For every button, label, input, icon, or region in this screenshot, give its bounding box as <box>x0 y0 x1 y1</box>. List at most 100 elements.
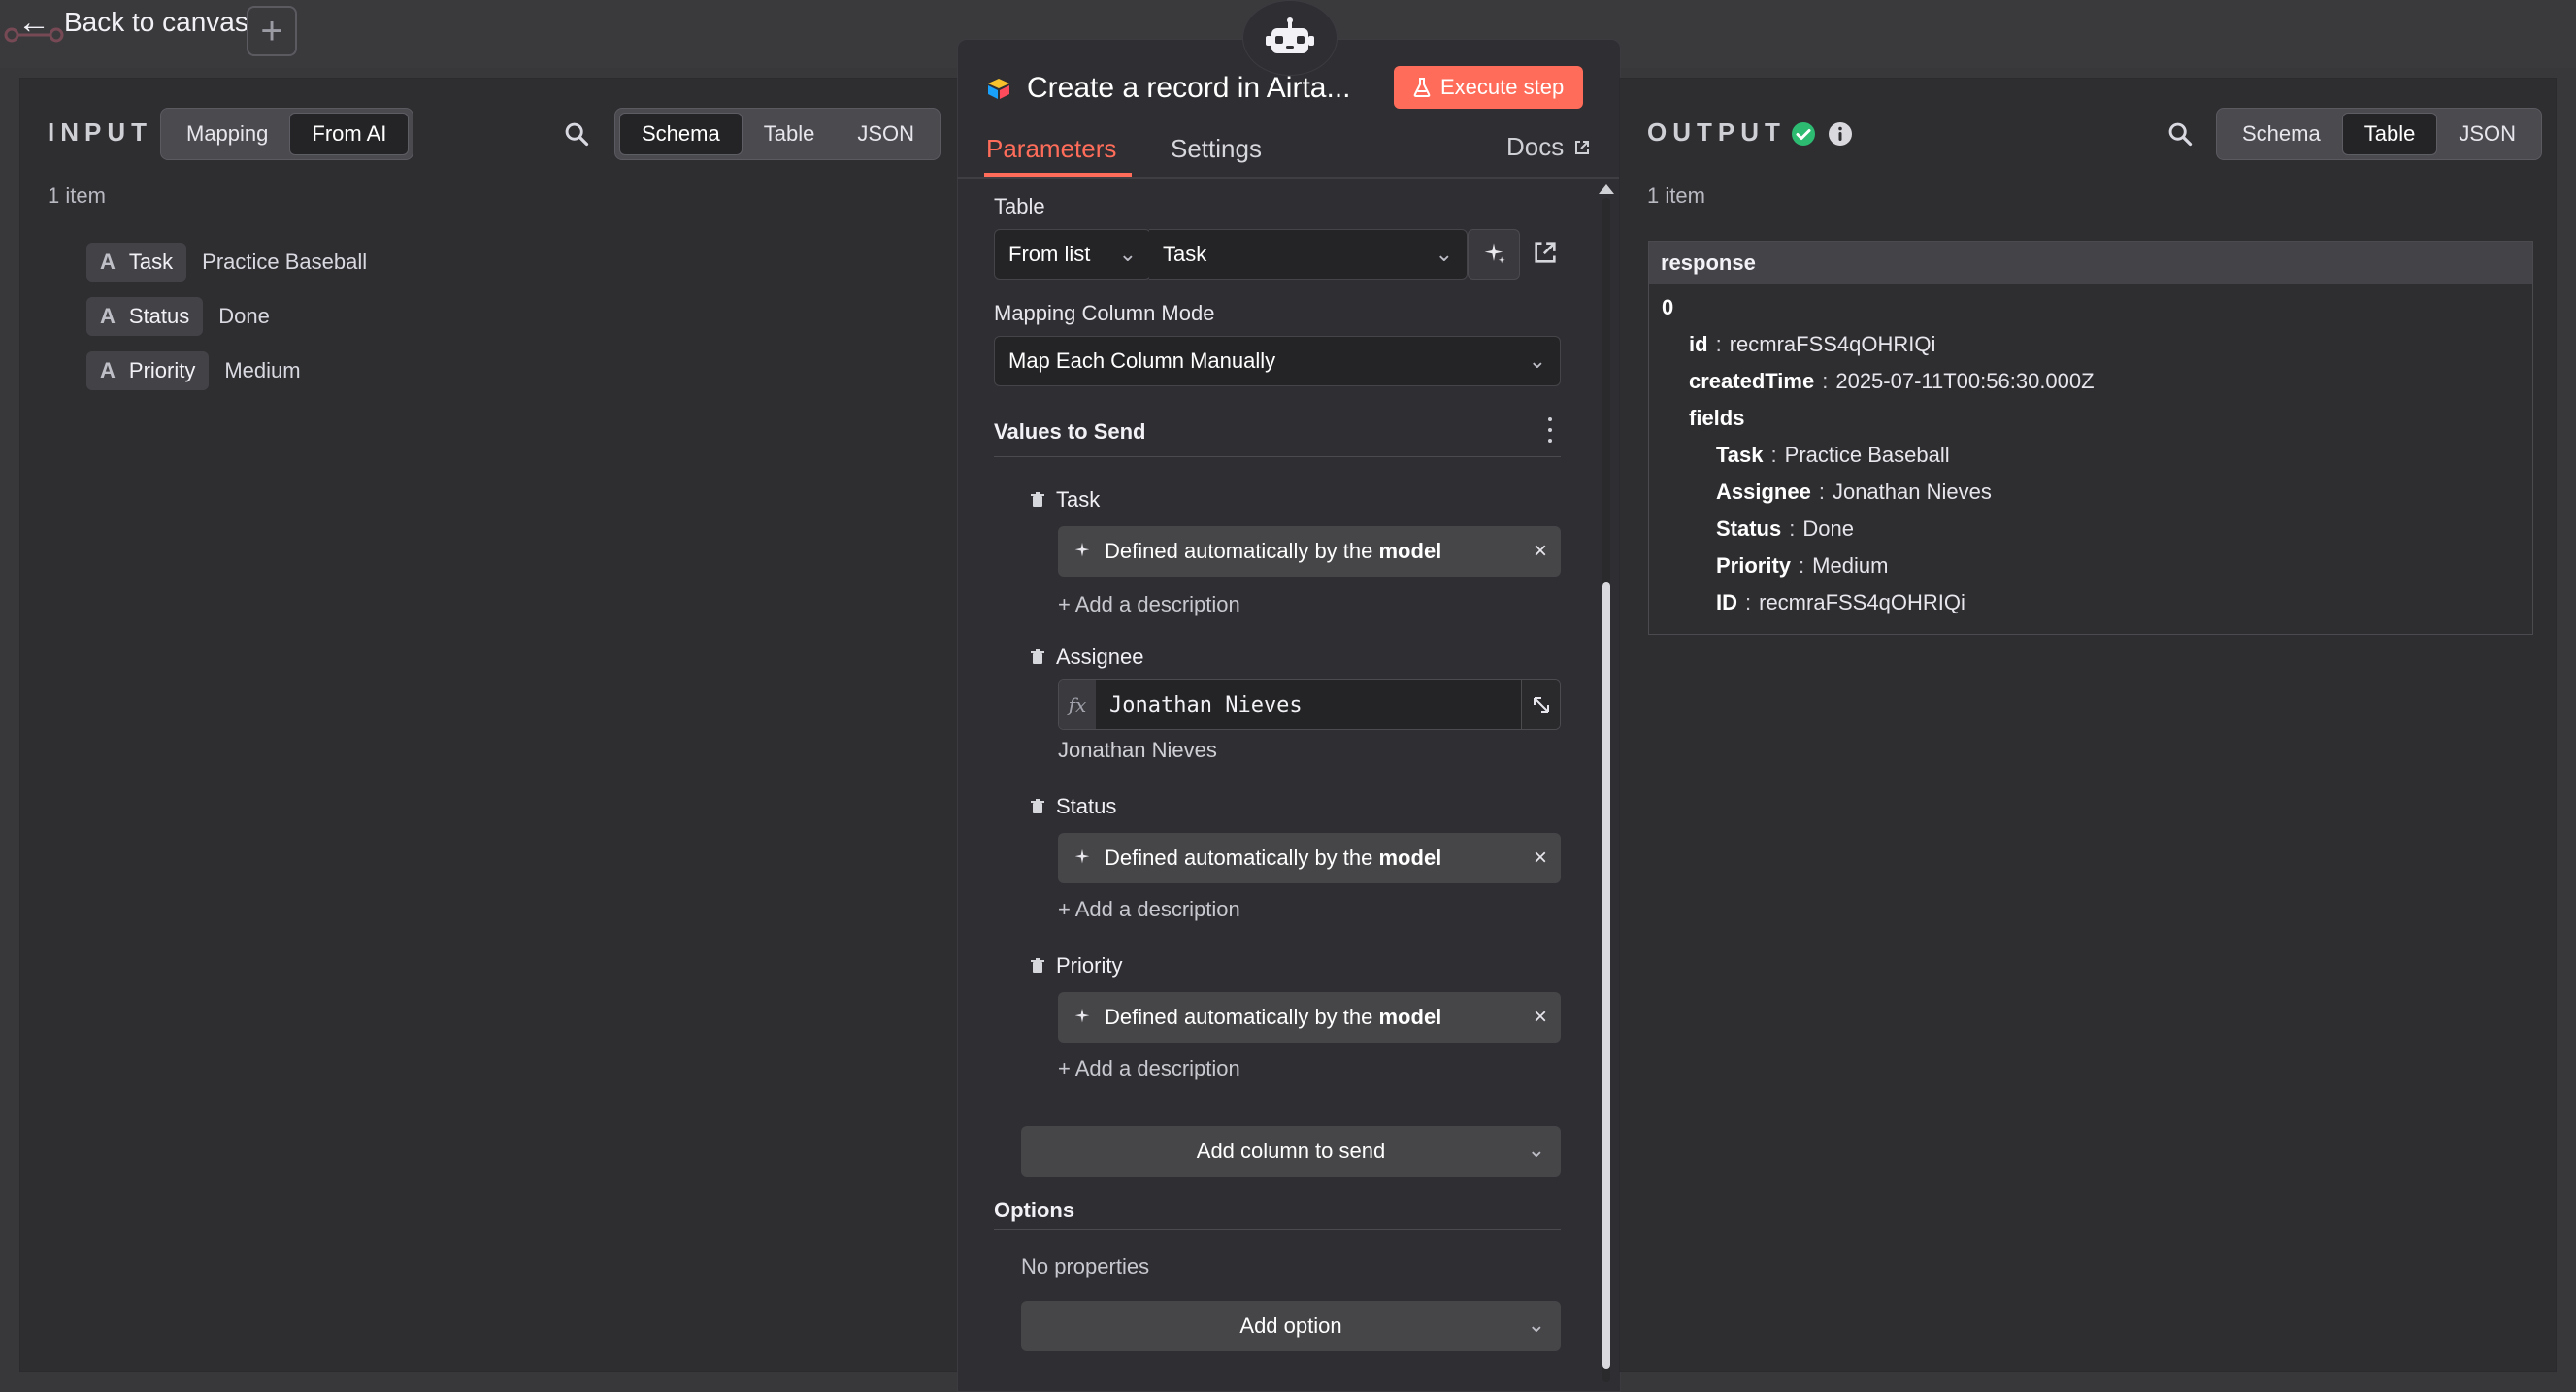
plus-icon: + <box>260 10 283 52</box>
chevron-down-icon: ⌄ <box>1527 1312 1545 1337</box>
output-table-header: response <box>1649 242 2532 284</box>
expand-icon[interactable] <box>1521 680 1560 729</box>
back-to-canvas-label: Back to canvas <box>64 7 248 37</box>
add-description-link[interactable]: + Add a description <box>1058 592 1240 617</box>
output-row-fields: fields <box>1689 406 1744 431</box>
sparkle-icon <box>1484 243 1505 264</box>
add-description-link[interactable]: + Add a description <box>1058 1056 1240 1081</box>
view-schema-tab[interactable]: Schema <box>2221 113 2342 155</box>
info-icon[interactable] <box>1828 121 1853 151</box>
field-name: Status <box>128 304 190 328</box>
view-table-tab[interactable]: Table <box>743 113 837 155</box>
trash-icon[interactable] <box>1031 958 1044 974</box>
output-item-count: 1 item <box>1647 183 1705 208</box>
tab-settings[interactable]: Settings <box>1171 134 1262 164</box>
field-name: Task <box>1056 487 1101 512</box>
chevron-down-icon: ⌄ <box>1528 348 1546 373</box>
node-title: Create a record in Airta... <box>1027 72 1351 104</box>
close-icon[interactable]: × <box>1534 846 1547 870</box>
output-value: recmraFSS4qOHRIQi <box>1759 590 1965 614</box>
search-icon[interactable] <box>560 117 593 150</box>
output-value: Practice Baseball <box>1784 443 1950 467</box>
input-mode-toggle: Mapping From AI <box>160 108 414 160</box>
kebab-menu-icon[interactable] <box>1545 417 1555 443</box>
function-icon: fx <box>1059 680 1096 729</box>
assignee-expression-input[interactable]: fx Jonathan Nieves <box>1058 679 1561 730</box>
field-pill-task[interactable]: A Task <box>86 243 187 282</box>
open-table-link[interactable] <box>1532 239 1561 268</box>
close-icon[interactable]: × <box>1534 1006 1547 1029</box>
trash-icon[interactable] <box>1031 649 1044 665</box>
input-item-count: 1 item <box>48 183 106 208</box>
chevron-down-icon: ⌄ <box>1435 242 1453 266</box>
output-key: Priority <box>1716 553 1792 578</box>
success-check-icon <box>1791 121 1816 151</box>
field-label-task: Task <box>1031 487 1100 513</box>
mode-mapping-tab[interactable]: Mapping <box>165 113 289 155</box>
mapping-mode-value: Map Each Column Manually <box>1008 348 1276 373</box>
output-row-assignee: Assignee: Jonathan Nieves <box>1716 480 1992 504</box>
add-option-dropdown[interactable]: Add option ⌄ <box>1021 1301 1561 1351</box>
add-column-to-send-dropdown[interactable]: Add column to send ⌄ <box>1021 1126 1561 1177</box>
flask-icon <box>1413 78 1431 97</box>
field-name: Priority <box>128 358 196 382</box>
ai-defined-model: model <box>1378 539 1442 563</box>
table-select-dropdown[interactable]: Task ⌄ <box>1149 229 1468 280</box>
external-link-icon <box>1575 140 1590 154</box>
trash-icon[interactable] <box>1031 799 1044 814</box>
sparkle-icon <box>1074 542 1090 557</box>
ai-defined-text: Defined automatically by the <box>1105 1005 1373 1029</box>
search-icon[interactable] <box>2163 117 2196 150</box>
ai-defined-text: Defined automatically by the <box>1105 845 1373 870</box>
execute-step-button[interactable]: Execute step <box>1394 66 1584 109</box>
scroll-up-icon[interactable] <box>1599 184 1614 194</box>
parameters-scrollbar[interactable] <box>1598 184 1615 1388</box>
field-pill-status[interactable]: A Status <box>86 297 204 336</box>
view-json-tab[interactable]: JSON <box>2437 113 2537 155</box>
field-name: Status <box>1056 794 1117 818</box>
tab-parameters[interactable]: Parameters <box>986 134 1116 164</box>
output-key: createdTime <box>1689 369 1815 393</box>
mapping-mode-dropdown[interactable]: Map Each Column Manually ⌄ <box>994 336 1561 386</box>
ai-agent-robot-icon <box>1242 0 1338 76</box>
output-value: Medium <box>1812 553 1889 578</box>
view-table-tab[interactable]: Table <box>2341 113 2438 155</box>
output-key: id <box>1689 332 1708 356</box>
scroll-thumb[interactable] <box>1602 582 1610 1369</box>
mode-from-ai-tab[interactable]: From AI <box>289 113 410 155</box>
output-value: 2025-07-11T00:56:30.000Z <box>1835 369 2095 393</box>
options-divider <box>994 1229 1561 1230</box>
chevron-down-icon: ⌄ <box>1527 1138 1545 1162</box>
field-pill-priority[interactable]: A Priority <box>86 351 210 390</box>
string-type-icon: A <box>100 249 116 274</box>
node-title-row: Create a record in Airta... <box>984 66 1351 111</box>
table-source-dropdown[interactable]: From list ⌄ <box>994 229 1151 280</box>
trash-icon[interactable] <box>1031 492 1044 508</box>
expression-preview: Jonathan Nieves <box>1058 738 1217 762</box>
input-view-toggle: Schema Table JSON <box>614 108 941 160</box>
output-key: ID <box>1716 590 1737 614</box>
string-type-icon: A <box>100 358 116 382</box>
values-to-send-title: Values to Send <box>994 419 1146 444</box>
docs-link[interactable]: Docs <box>1506 132 1591 162</box>
add-column-label: Add column to send <box>1196 1139 1386 1163</box>
sparkle-icon <box>1074 1008 1090 1023</box>
add-node-button[interactable]: + <box>247 6 297 56</box>
no-properties-text: No properties <box>1021 1254 1150 1278</box>
view-json-tab[interactable]: JSON <box>836 113 936 155</box>
field-label-priority: Priority <box>1031 953 1122 978</box>
ai-defined-model: model <box>1378 845 1442 870</box>
ai-fill-button[interactable] <box>1468 229 1520 280</box>
output-row-status: Status: Done <box>1716 516 1854 541</box>
expression-value: Jonathan Nieves <box>1109 692 1303 717</box>
close-icon[interactable]: × <box>1534 540 1547 563</box>
view-schema-tab[interactable]: Schema <box>619 113 743 155</box>
back-to-canvas-button[interactable]: ← Back to canvas <box>17 6 248 39</box>
mapping-mode-label: Mapping Column Mode <box>994 301 1215 325</box>
add-description-link[interactable]: + Add a description <box>1058 897 1240 922</box>
table-select-value: Task <box>1163 242 1207 266</box>
output-row-id: id: recmraFSS4qOHRIQi <box>1689 332 1936 356</box>
chevron-down-icon: ⌄ <box>1118 242 1137 266</box>
values-divider <box>994 456 1561 457</box>
ai-defined-value-priority: Defined automatically by the model × <box>1058 992 1561 1043</box>
